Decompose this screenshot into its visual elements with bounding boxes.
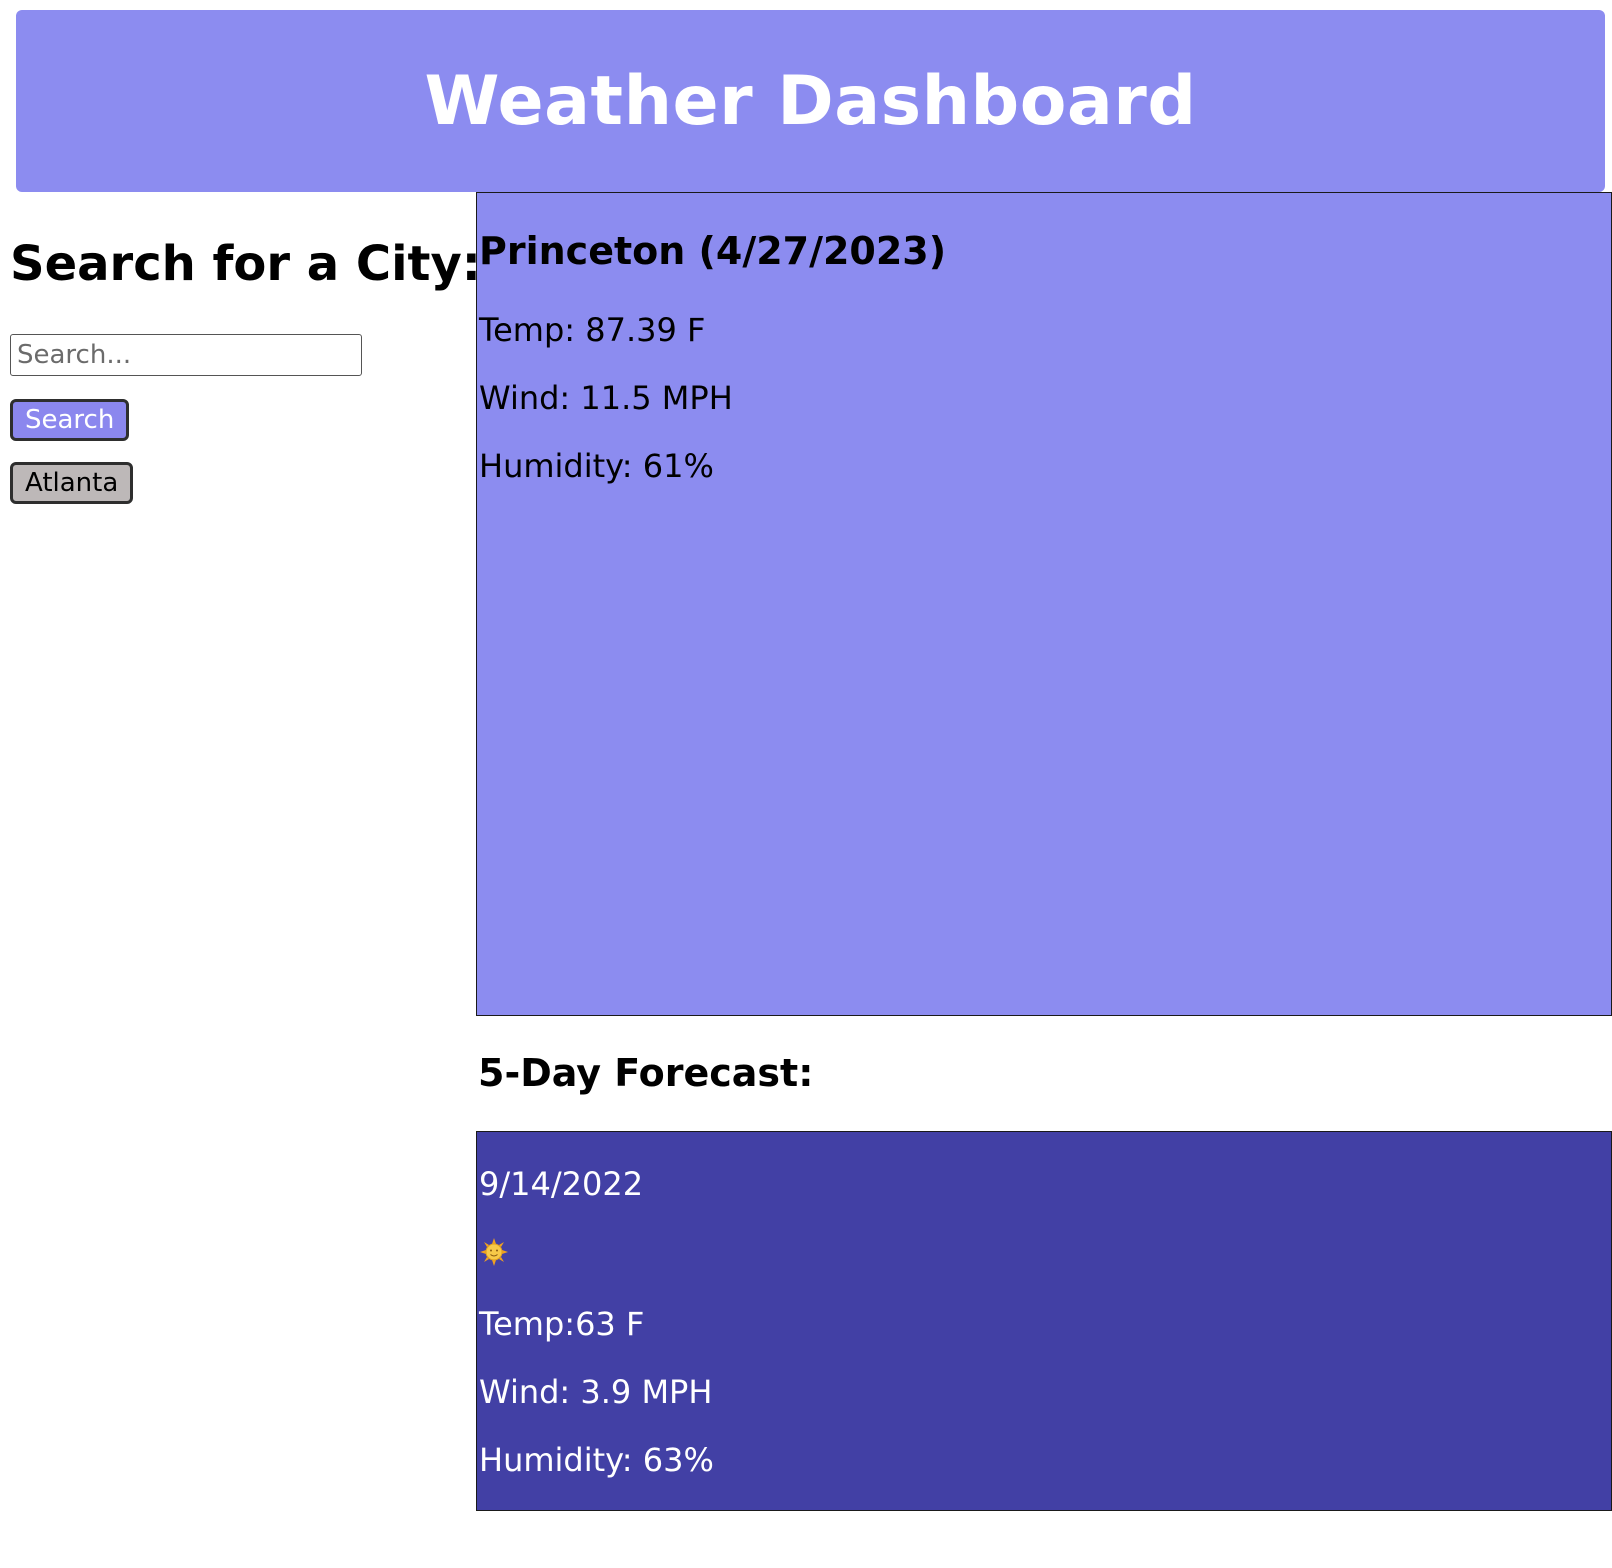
forecast-temp: Temp:63 F	[479, 1305, 645, 1343]
current-wind: Wind: 11.5 MPH	[479, 379, 733, 417]
search-heading: Search for a City:	[10, 236, 481, 292]
forecast-date: 9/14/2022	[479, 1165, 644, 1203]
forecast-humidity: Humidity: 63%	[479, 1441, 714, 1479]
page-header: Weather Dashboard	[16, 10, 1605, 192]
current-temp: Temp: 87.39 F	[479, 311, 706, 349]
sun-icon	[480, 1238, 508, 1266]
current-city-date: Princeton (4/27/2023)	[479, 229, 947, 273]
search-button[interactable]: Search	[10, 399, 130, 441]
forecast-heading: 5-Day Forecast:	[478, 1051, 814, 1095]
current-weather-card: Princeton (4/27/2023) Temp: 87.39 F Wind…	[476, 192, 1612, 1016]
forecast-wind: Wind: 3.9 MPH	[479, 1373, 713, 1411]
search-input[interactable]	[10, 334, 362, 376]
forecast-card: 9/14/2022 Temp:63 F Wind: 3.9 MPH Humidi…	[476, 1131, 1612, 1511]
current-humidity: Humidity: 61%	[479, 447, 714, 485]
page-title: Weather Dashboard	[424, 61, 1197, 141]
history-button-atlanta[interactable]: Atlanta	[10, 462, 134, 504]
